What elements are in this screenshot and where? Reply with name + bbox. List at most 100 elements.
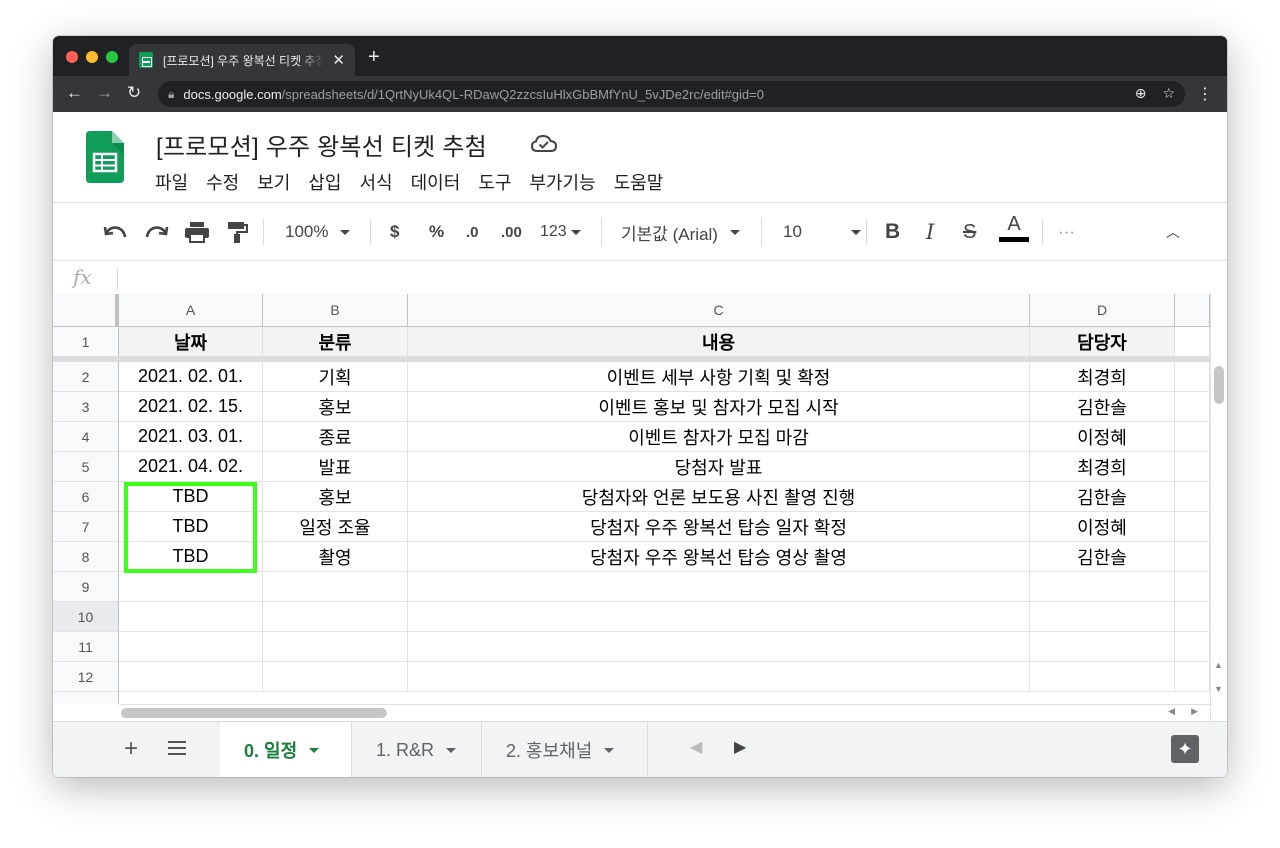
table-cell[interactable]	[408, 572, 1030, 602]
table-cell[interactable]	[1175, 392, 1210, 422]
table-cell[interactable]: 당첨자 우주 왕복선 탑승 영상 촬영	[408, 542, 1030, 572]
sheet-tab-rr[interactable]: 1. R&R	[352, 722, 482, 777]
table-cell[interactable]	[1175, 572, 1210, 602]
url-bar[interactable]: 🔒︎ docs.google.com/spreadsheets/d/1QrtNy…	[158, 81, 1185, 107]
table-cell[interactable]: 김한솔	[1030, 482, 1175, 512]
sheet-tab-promo-channels[interactable]: 2. 홍보채널	[482, 722, 648, 777]
table-cell[interactable]: 이벤트 참자가 모집 마감	[408, 422, 1030, 452]
table-cell[interactable]	[408, 632, 1030, 662]
table-cell[interactable]	[119, 632, 263, 662]
row-header[interactable]: 5	[53, 452, 119, 482]
table-cell[interactable]	[408, 602, 1030, 632]
minimize-window-button[interactable]	[86, 51, 98, 63]
menu-format[interactable]: 서식	[360, 167, 403, 197]
table-cell[interactable]: 김한솔	[1030, 392, 1175, 422]
table-cell[interactable]: 당첨자와 언론 보도용 사진 촬영 진행	[408, 482, 1030, 512]
menu-tools[interactable]: 도구	[478, 167, 521, 197]
menu-data[interactable]: 데이터	[411, 167, 471, 197]
row-header[interactable]: 6	[53, 482, 119, 512]
close-window-button[interactable]	[66, 51, 78, 63]
vertical-scroll-thumb[interactable]	[1214, 366, 1224, 404]
scroll-tabs-left-icon[interactable]: ◀	[690, 737, 702, 757]
column-header-d[interactable]: D	[1030, 294, 1175, 327]
scroll-tabs-right-icon[interactable]: ▶	[734, 737, 746, 757]
more-options-button[interactable]: ···	[1058, 217, 1075, 247]
table-cell[interactable]	[1175, 542, 1210, 572]
table-cell[interactable]: 최경희	[1030, 452, 1175, 482]
table-cell[interactable]	[1175, 632, 1210, 662]
font-family-select[interactable]: 기본값 (Arial)	[621, 217, 740, 247]
table-cell[interactable]: 발표	[263, 452, 408, 482]
row-header[interactable]: 12	[53, 662, 119, 692]
row-header[interactable]: 11	[53, 632, 119, 662]
column-header-e[interactable]	[1175, 294, 1210, 327]
menu-help[interactable]: 도움말	[614, 167, 674, 197]
menu-addons[interactable]: 부가기능	[529, 167, 605, 197]
google-sheets-logo-icon[interactable]	[86, 131, 124, 183]
row-header[interactable]: 2	[53, 362, 119, 392]
vertical-scrollbar[interactable]: ▲ ▼	[1210, 294, 1227, 724]
font-size-select[interactable]: 10	[783, 217, 861, 247]
table-cell[interactable]: 촬영	[263, 542, 408, 572]
table-cell[interactable]	[1175, 662, 1210, 692]
browser-tab[interactable]: [프로모션] 우주 왕복선 티켓 추첨 - Google ✕	[129, 44, 355, 76]
table-cell[interactable]	[1175, 512, 1210, 542]
table-cell[interactable]: 홍보	[263, 482, 408, 512]
column-header-b[interactable]: B	[263, 294, 408, 327]
table-cell[interactable]	[119, 602, 263, 632]
decrease-decimal-button[interactable]: .0	[466, 217, 479, 247]
explore-icon[interactable]: ✦	[1171, 735, 1199, 763]
horizontal-scroll-thumb[interactable]	[121, 708, 387, 718]
table-cell[interactable]: 이정혜	[1030, 512, 1175, 542]
scroll-down-arrow-icon[interactable]: ▼	[1214, 684, 1223, 694]
scroll-up-arrow-icon[interactable]: ▲	[1214, 660, 1223, 670]
table-cell[interactable]: 2021. 02. 15.	[119, 392, 263, 422]
cloud-saved-icon[interactable]	[531, 134, 557, 154]
table-cell[interactable]: 2021. 03. 01.	[119, 422, 263, 452]
forward-arrow-icon[interactable]: →	[96, 83, 113, 103]
menu-file[interactable]: 파일	[155, 167, 198, 197]
select-all-corner[interactable]	[53, 294, 119, 327]
table-cell[interactable]: 당첨자 우주 왕복선 탑승 일자 확정	[408, 512, 1030, 542]
table-cell[interactable]	[1175, 482, 1210, 512]
scroll-right-arrow-icon[interactable]: ▶	[1191, 706, 1198, 717]
print-icon[interactable]	[184, 221, 210, 243]
zoom-icon[interactable]: ⊕	[1135, 85, 1147, 102]
menu-insert[interactable]: 삽입	[308, 167, 351, 197]
row-header[interactable]: 4	[53, 422, 119, 452]
sheet-tab-schedule[interactable]: 0. 일정	[220, 722, 352, 777]
table-cell[interactable]: 종료	[263, 422, 408, 452]
browser-menu-icon[interactable]: ⋮	[1197, 84, 1213, 104]
table-cell[interactable]	[1030, 602, 1175, 632]
table-cell[interactable]	[1175, 602, 1210, 632]
document-title[interactable]: [프로모션] 우주 왕복선 티켓 추첨	[156, 127, 487, 162]
currency-format-button[interactable]: $	[390, 217, 399, 247]
table-cell[interactable]	[119, 662, 263, 692]
cell-e1[interactable]	[1175, 327, 1210, 357]
paint-format-icon[interactable]	[226, 221, 248, 243]
table-cell[interactable]: 이벤트 세부 사항 기획 및 확정	[408, 362, 1030, 392]
bookmark-star-icon[interactable]: ☆	[1162, 85, 1175, 102]
menu-view[interactable]: 보기	[257, 167, 300, 197]
table-cell[interactable]	[1175, 362, 1210, 392]
table-cell[interactable]	[1030, 632, 1175, 662]
back-arrow-icon[interactable]: ←	[66, 83, 83, 103]
menu-edit[interactable]: 수정	[206, 167, 249, 197]
new-tab-button[interactable]: +	[368, 46, 380, 69]
table-cell[interactable]	[408, 662, 1030, 692]
formula-input[interactable]	[127, 269, 1207, 289]
row-header[interactable]: 7	[53, 512, 119, 542]
cell-c1[interactable]: 내용	[408, 327, 1030, 357]
table-cell[interactable]: 이정혜	[1030, 422, 1175, 452]
table-cell[interactable]: 홍보	[263, 392, 408, 422]
text-color-button[interactable]: A	[999, 213, 1029, 247]
all-sheets-list-icon[interactable]	[168, 741, 186, 757]
table-cell[interactable]: 최경희	[1030, 362, 1175, 392]
zoom-select[interactable]: 100%	[285, 217, 351, 247]
table-cell[interactable]	[1030, 572, 1175, 602]
table-cell[interactable]: 2021. 04. 02.	[119, 452, 263, 482]
reload-icon[interactable]: ↻	[127, 83, 141, 103]
more-formats-select[interactable]: 123	[540, 217, 581, 247]
row-header[interactable]: 9	[53, 572, 119, 602]
cell-d1[interactable]: 담당자	[1030, 327, 1175, 357]
